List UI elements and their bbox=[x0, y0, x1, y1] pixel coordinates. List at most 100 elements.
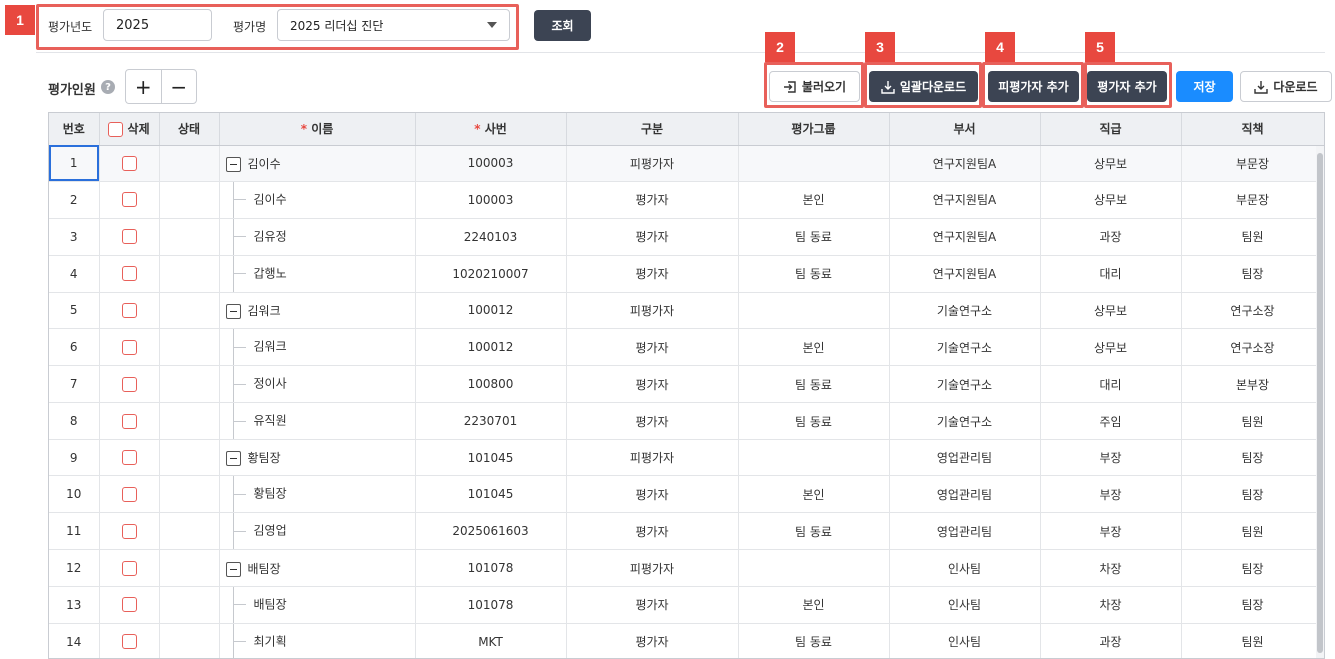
select-all-checkbox[interactable] bbox=[108, 122, 124, 138]
cell-no[interactable]: 10 bbox=[49, 475, 100, 514]
delete-checkbox[interactable] bbox=[121, 192, 137, 208]
cell-name[interactable]: 김워크 bbox=[219, 292, 416, 330]
delete-checkbox[interactable] bbox=[121, 339, 137, 355]
cell-no[interactable]: 7 bbox=[49, 365, 100, 404]
cell-dept[interactable]: 영업관리팀 bbox=[889, 439, 1041, 477]
cell-rank[interactable]: 상무보 bbox=[1040, 145, 1182, 182]
cell-title[interactable]: 연구소장 bbox=[1181, 292, 1324, 330]
cell-status[interactable] bbox=[159, 365, 220, 404]
cell-delete[interactable] bbox=[99, 181, 160, 219]
cell-group[interactable]: 팀 동료 bbox=[738, 402, 890, 441]
cell-name[interactable]: 김유정 bbox=[219, 218, 416, 256]
cell-group[interactable]: 본인 bbox=[738, 181, 890, 219]
table-row[interactable]: 2 김이수 100003 평가자 본인 연구지원팀A 상무보 부문장 bbox=[49, 181, 1324, 219]
cell-no[interactable]: 14 bbox=[49, 623, 100, 658]
cell-type[interactable]: 피평가자 bbox=[566, 292, 739, 330]
cell-name[interactable]: 유직원 bbox=[219, 402, 416, 441]
cell-name[interactable]: 최기획 bbox=[219, 623, 416, 658]
cell-rank[interactable]: 상무보 bbox=[1040, 328, 1182, 367]
cell-no[interactable]: 11 bbox=[49, 512, 100, 551]
cell-type[interactable]: 평가자 bbox=[566, 402, 739, 441]
cell-group[interactable]: 본인 bbox=[738, 328, 890, 367]
cell-name[interactable]: 김이수 bbox=[219, 181, 416, 219]
cell-group[interactable]: 팀 동료 bbox=[738, 365, 890, 404]
cell-dept[interactable]: 영업관리팀 bbox=[889, 475, 1041, 514]
cell-title[interactable]: 팀원 bbox=[1181, 218, 1324, 256]
cell-emp-id[interactable]: 2240103 bbox=[415, 218, 567, 256]
delete-checkbox[interactable] bbox=[121, 266, 137, 282]
col-header-name[interactable]: * 이름 bbox=[219, 113, 416, 146]
cell-no[interactable]: 4 bbox=[49, 255, 100, 293]
cell-emp-id[interactable]: 101045 bbox=[415, 475, 567, 514]
cell-dept[interactable]: 연구지원팀A bbox=[889, 218, 1041, 256]
cell-status[interactable] bbox=[159, 586, 220, 624]
cell-title[interactable]: 팀장 bbox=[1181, 255, 1324, 293]
remove-row-button[interactable]: − bbox=[160, 70, 197, 103]
cell-emp-id[interactable]: 100800 bbox=[415, 365, 567, 404]
delete-checkbox[interactable] bbox=[121, 450, 137, 466]
cell-status[interactable] bbox=[159, 475, 220, 514]
col-header-type[interactable]: 구분 bbox=[566, 113, 739, 146]
cell-status[interactable] bbox=[159, 439, 220, 477]
cell-delete[interactable] bbox=[99, 439, 160, 477]
cell-dept[interactable]: 인사팀 bbox=[889, 623, 1041, 658]
cell-name[interactable]: 황팀장 bbox=[219, 475, 416, 514]
cell-type[interactable]: 평가자 bbox=[566, 623, 739, 658]
cell-no[interactable]: 9 bbox=[49, 439, 100, 477]
cell-title[interactable]: 팀장 bbox=[1181, 549, 1324, 587]
cell-status[interactable] bbox=[159, 512, 220, 551]
cell-emp-id[interactable]: 101078 bbox=[415, 549, 567, 587]
cell-no[interactable]: 5 bbox=[49, 292, 100, 330]
cell-dept[interactable]: 영업관리팀 bbox=[889, 512, 1041, 551]
cell-group[interactable]: 팀 동료 bbox=[738, 623, 890, 658]
cell-group[interactable] bbox=[738, 292, 890, 330]
delete-checkbox[interactable] bbox=[121, 523, 137, 539]
cell-delete[interactable] bbox=[99, 292, 160, 330]
cell-type[interactable]: 피평가자 bbox=[566, 439, 739, 477]
cell-delete[interactable] bbox=[99, 328, 160, 367]
delete-checkbox[interactable] bbox=[121, 229, 137, 245]
cell-group[interactable]: 팀 동료 bbox=[738, 218, 890, 256]
bulk-download-button[interactable]: 일괄다운로드 bbox=[869, 71, 978, 102]
collapse-toggle-icon[interactable] bbox=[225, 303, 241, 319]
cell-title[interactable]: 팀원 bbox=[1181, 512, 1324, 551]
delete-checkbox[interactable] bbox=[121, 302, 137, 318]
cell-delete[interactable] bbox=[99, 255, 160, 293]
table-row[interactable]: 9 황팀장 101045 피평가자 영업관리팀 부장 팀장 bbox=[49, 439, 1324, 477]
cell-emp-id[interactable]: 100003 bbox=[415, 181, 567, 219]
cell-rank[interactable]: 대리 bbox=[1040, 365, 1182, 404]
delete-checkbox[interactable] bbox=[121, 634, 137, 650]
cell-type[interactable]: 평가자 bbox=[566, 218, 739, 256]
cell-dept[interactable]: 기술연구소 bbox=[889, 328, 1041, 367]
cell-emp-id[interactable]: 2025061603 bbox=[415, 512, 567, 551]
cell-title[interactable]: 팀장 bbox=[1181, 586, 1324, 624]
cell-type[interactable]: 평가자 bbox=[566, 512, 739, 551]
cell-delete[interactable] bbox=[99, 365, 160, 404]
table-row[interactable]: 1 김이수 100003 피평가자 연구지원팀A 상무보 부문장 bbox=[49, 145, 1324, 182]
cell-group[interactable] bbox=[738, 439, 890, 477]
cell-status[interactable] bbox=[159, 145, 220, 182]
cell-name[interactable]: 배팀장 bbox=[219, 549, 416, 587]
cell-rank[interactable]: 부장 bbox=[1040, 439, 1182, 477]
collapse-toggle-icon[interactable] bbox=[225, 451, 241, 467]
cell-delete[interactable] bbox=[99, 218, 160, 256]
col-header-rank[interactable]: 직급 bbox=[1040, 113, 1182, 146]
collapse-toggle-icon[interactable] bbox=[225, 156, 241, 172]
scrollbar-thumb[interactable] bbox=[1317, 153, 1323, 653]
cell-type[interactable]: 피평가자 bbox=[566, 145, 739, 182]
cell-dept[interactable]: 연구지원팀A bbox=[889, 181, 1041, 219]
cell-name[interactable]: 갑행노 bbox=[219, 255, 416, 293]
cell-name[interactable]: 정이사 bbox=[219, 365, 416, 404]
cell-group[interactable]: 본인 bbox=[738, 475, 890, 514]
cell-rank[interactable]: 차장 bbox=[1040, 586, 1182, 624]
table-row[interactable]: 10 황팀장 101045 평가자 본인 영업관리팀 부장 팀장 bbox=[49, 475, 1324, 514]
cell-type[interactable]: 평가자 bbox=[566, 255, 739, 293]
help-icon[interactable]: ? bbox=[101, 80, 115, 94]
table-row[interactable]: 7 정이사 100800 평가자 팀 동료 기술연구소 대리 본부장 bbox=[49, 365, 1324, 404]
cell-emp-id[interactable]: 1020210007 bbox=[415, 255, 567, 293]
cell-status[interactable] bbox=[159, 402, 220, 441]
cell-type[interactable]: 평가자 bbox=[566, 328, 739, 367]
cell-status[interactable] bbox=[159, 181, 220, 219]
cell-no[interactable]: 1 bbox=[49, 145, 100, 182]
cell-type[interactable]: 평가자 bbox=[566, 586, 739, 624]
